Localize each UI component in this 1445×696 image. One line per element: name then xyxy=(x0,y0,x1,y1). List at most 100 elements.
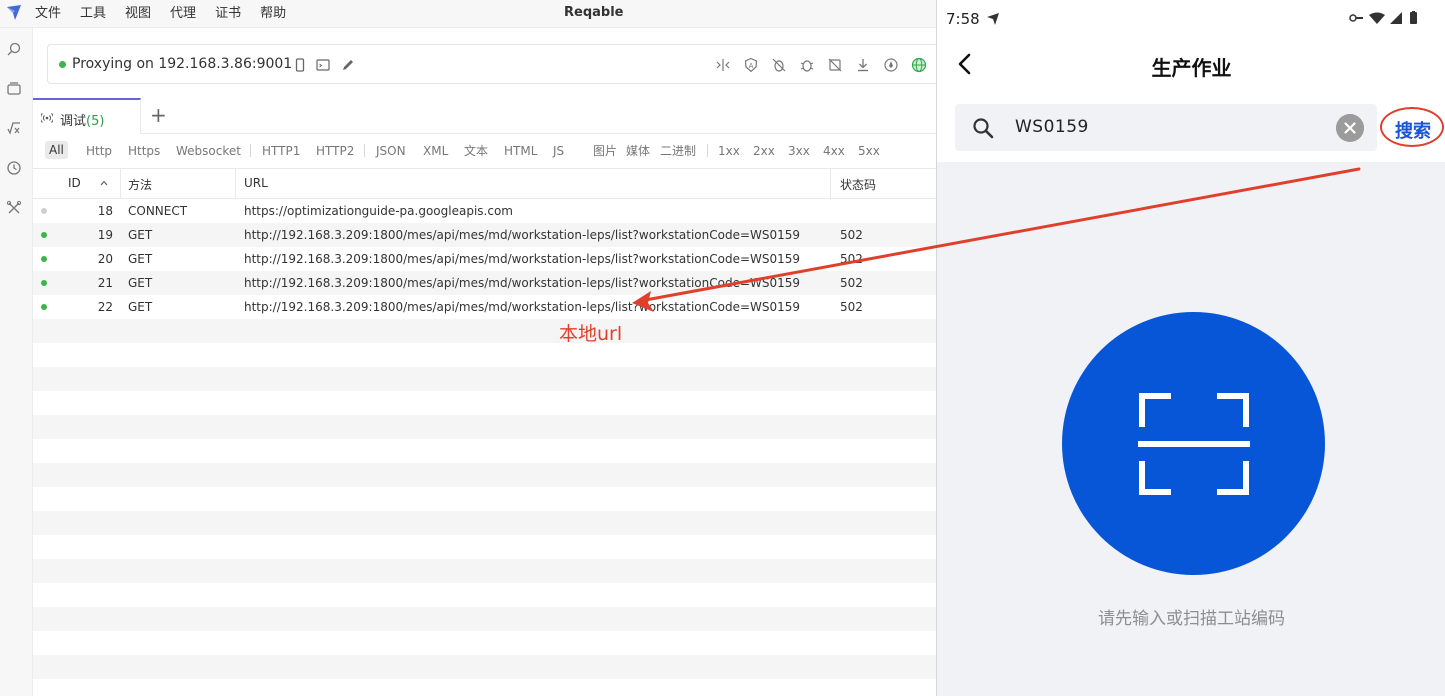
menu-item[interactable]: 视图 xyxy=(125,6,151,22)
sort-ascending-icon[interactable] xyxy=(99,178,109,188)
add-tab-button[interactable]: + xyxy=(150,104,167,126)
filter-item[interactable]: HTTP2 xyxy=(316,143,354,159)
search-input[interactable]: WS0159 xyxy=(955,104,1377,151)
table-row xyxy=(33,319,936,343)
bug-icon[interactable] xyxy=(799,57,815,73)
script-icon[interactable] xyxy=(6,120,22,136)
traffic-table: ID 方法 URL 状态码 18 CONNECT https://optimizat… xyxy=(33,168,936,696)
row-method: GET xyxy=(128,300,153,314)
no-debug-icon[interactable] xyxy=(771,57,787,73)
wifi-icon xyxy=(1369,12,1385,24)
table-row xyxy=(33,487,936,511)
search-icon xyxy=(973,118,994,139)
column-header-status[interactable]: 状态码 xyxy=(840,176,876,193)
tab-debug-count: (5) xyxy=(86,114,105,129)
proxy-status-bar: Proxying on 192.168.3.86:9001 A xyxy=(47,44,936,84)
filter-item[interactable]: 2xx xyxy=(753,143,775,159)
table-row[interactable]: 19 GET http://192.168.3.209:1800/mes/api/m… xyxy=(33,223,936,247)
column-divider[interactable] xyxy=(830,169,831,199)
column-divider[interactable] xyxy=(120,169,121,199)
proxy-status-dot xyxy=(59,61,66,68)
clear-icon[interactable] xyxy=(1336,114,1364,142)
menu-item[interactable]: 帮助 xyxy=(260,6,286,22)
phone-icon[interactable] xyxy=(292,57,308,73)
phone-header: 7:58 生产作业 WS0159 搜索 xyxy=(937,0,1445,162)
filter-item[interactable]: JS xyxy=(553,143,564,159)
row-method: GET xyxy=(128,276,153,290)
filter-item[interactable]: XML xyxy=(423,143,448,159)
table-row[interactable]: 20 GET http://192.168.3.209:1800/mes/api/m… xyxy=(33,247,936,271)
tools-icon[interactable] xyxy=(6,200,22,216)
filter-item[interactable]: 3xx xyxy=(788,143,810,159)
filter-item[interactable]: Http xyxy=(86,143,112,159)
row-url: http://192.168.3.209:1800/mes/api/mes/md… xyxy=(244,300,801,314)
menu-bar: 文件 工具 视图 代理 证书 帮助 Reqable xyxy=(0,0,936,28)
filter-item[interactable]: 1xx xyxy=(718,143,740,159)
filter-item[interactable]: 二进制 xyxy=(660,143,696,159)
phone-screen: 7:58 生产作业 WS0159 搜索 请先输入或扫描工站编码 xyxy=(936,0,1445,696)
filter-item[interactable]: Https xyxy=(128,143,160,159)
table-header: ID 方法 URL 状态码 xyxy=(33,168,936,199)
filter-item[interactable]: 文本 xyxy=(464,143,488,159)
filter-divider xyxy=(250,144,251,157)
table-row[interactable]: 22 GET http://192.168.3.209:1800/mes/api/m… xyxy=(33,295,936,319)
menu-items: 文件 工具 视图 代理 证书 帮助 xyxy=(35,6,305,22)
no-image-icon[interactable] xyxy=(827,57,843,73)
filter-item[interactable]: 4xx xyxy=(823,143,845,159)
filter-item[interactable]: 媒体 xyxy=(626,143,650,159)
row-id: 20 xyxy=(97,252,113,266)
collection-icon[interactable] xyxy=(6,80,22,96)
column-header-method[interactable]: 方法 xyxy=(128,176,152,193)
table-row xyxy=(33,367,936,391)
row-status-code: 502 xyxy=(840,276,863,290)
table-row xyxy=(33,415,936,439)
throttle-icon[interactable] xyxy=(883,57,899,73)
reqable-logo-icon xyxy=(7,5,21,20)
broadcast-icon xyxy=(41,113,53,123)
filter-item[interactable]: Websocket xyxy=(176,143,241,159)
filter-item[interactable]: 5xx xyxy=(858,143,880,159)
shield-icon[interactable]: A xyxy=(743,57,759,73)
download-icon[interactable] xyxy=(855,57,871,73)
table-row xyxy=(33,391,936,415)
column-header-url[interactable]: URL xyxy=(244,176,268,190)
reqable-window: 文件 工具 视图 代理 证书 帮助 Reqable Proxying on 192.168… xyxy=(0,0,936,696)
row-id: 21 xyxy=(97,276,113,290)
history-icon[interactable] xyxy=(6,160,22,176)
filter-item[interactable]: JSON xyxy=(376,143,406,159)
terminal-icon[interactable] xyxy=(315,57,331,73)
tab-debug[interactable]: 调试(5) xyxy=(33,98,141,134)
menu-item[interactable]: 文件 xyxy=(35,6,61,22)
status-time: 7:58 xyxy=(946,10,980,28)
scan-icon xyxy=(1138,393,1250,495)
annotation-highlight-circle xyxy=(1380,107,1444,147)
row-status-code: 502 xyxy=(840,300,863,314)
filter-item[interactable]: HTTP1 xyxy=(262,143,300,159)
filter-all[interactable]: All xyxy=(45,141,68,159)
menu-item[interactable]: 代理 xyxy=(170,6,196,22)
globe-icon[interactable] xyxy=(911,57,927,73)
row-id: 22 xyxy=(97,300,113,314)
app-title: Reqable xyxy=(564,5,624,20)
table-row xyxy=(33,655,936,679)
filter-item[interactable]: 图片 xyxy=(593,143,617,159)
search-value: WS0159 xyxy=(1015,117,1089,137)
battery-icon xyxy=(1410,11,1417,24)
table-row[interactable]: 21 GET http://192.168.3.209:1800/mes/api/m… xyxy=(33,271,936,295)
scan-button[interactable] xyxy=(1062,312,1325,575)
edit-icon[interactable] xyxy=(340,57,356,73)
menu-item[interactable]: 证书 xyxy=(215,6,241,22)
row-method: GET xyxy=(128,252,153,266)
filter-item[interactable]: HTML xyxy=(504,143,537,159)
table-row xyxy=(33,607,936,631)
row-status-dot xyxy=(41,208,47,214)
split-icon[interactable] xyxy=(715,57,731,73)
capture-icon[interactable] xyxy=(6,41,22,57)
row-status-code: 502 xyxy=(840,252,863,266)
column-header-id[interactable]: ID xyxy=(68,176,81,190)
table-row[interactable]: 18 CONNECT https://optimizationguide-pa.go… xyxy=(33,199,936,223)
column-divider[interactable] xyxy=(235,169,236,199)
table-row xyxy=(33,583,936,607)
filter-divider xyxy=(364,144,365,157)
menu-item[interactable]: 工具 xyxy=(80,6,106,22)
